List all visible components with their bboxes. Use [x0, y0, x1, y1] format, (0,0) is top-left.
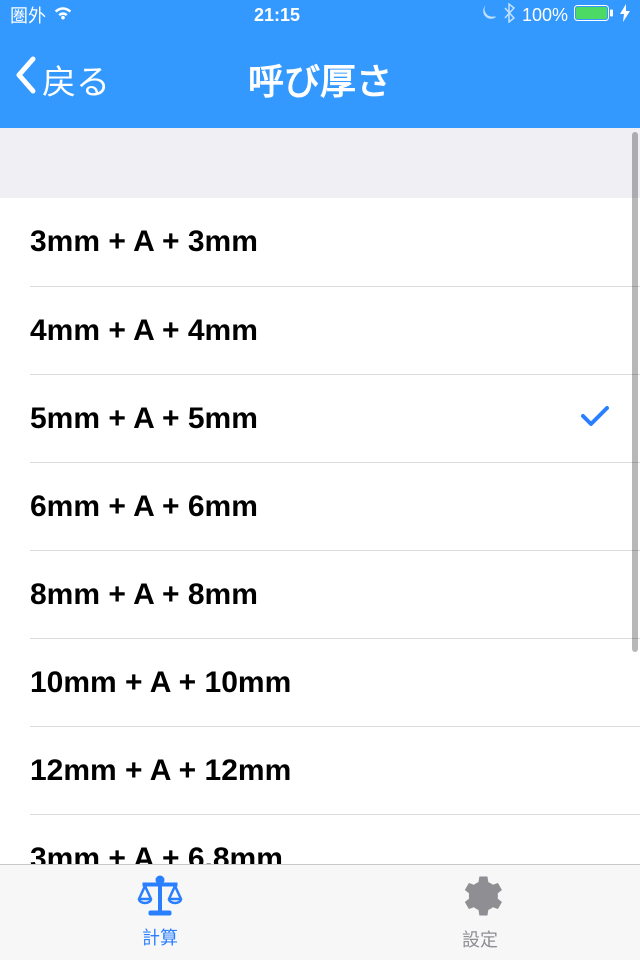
list-item-label: 4mm + A + 4mm: [30, 314, 258, 348]
list-item[interactable]: 3mm + A + 6.8mm: [30, 814, 640, 864]
list-item-label: 3mm + A + 3mm: [30, 225, 258, 259]
charging-icon: [620, 4, 630, 27]
list-item-label: 8mm + A + 8mm: [30, 578, 258, 612]
carrier-text: 圏外: [10, 2, 46, 28]
tab-calc[interactable]: 計算: [0, 865, 320, 960]
nav-bar: 戻る 呼び厚さ: [0, 30, 640, 128]
list-item-label: 5mm + A + 5mm: [30, 402, 258, 436]
nav-title: 呼び厚さ: [248, 53, 392, 105]
list-item-label: 6mm + A + 6mm: [30, 490, 258, 524]
chevron-left-icon: [14, 55, 38, 104]
back-label: 戻る: [42, 55, 110, 104]
tab-calc-label: 計算: [142, 924, 178, 950]
back-button[interactable]: 戻る: [0, 55, 110, 104]
status-right: 100%: [480, 3, 630, 28]
list-top-spacer: [0, 128, 640, 198]
list-item[interactable]: 3mm + A + 3mm: [0, 198, 640, 286]
tab-settings[interactable]: 設定: [320, 865, 640, 960]
list-item-label: 10mm + A + 10mm: [30, 666, 291, 700]
scrollbar-thumb[interactable]: [632, 132, 638, 652]
list-item[interactable]: 10mm + A + 10mm: [30, 638, 640, 726]
scales-icon: [135, 875, 185, 922]
content-area: 3mm + A + 3mm 4mm + A + 4mm 5mm + A + 5mm 6…: [0, 128, 640, 864]
wifi-icon: [52, 5, 74, 26]
tab-bar: 計算 設定: [0, 864, 640, 960]
list-item-label: 3mm + A + 6.8mm: [30, 842, 283, 865]
list-item-label: 12mm + A + 12mm: [30, 754, 291, 788]
list-item[interactable]: 8mm + A + 8mm: [30, 550, 640, 638]
battery-text: 100%: [522, 5, 568, 26]
status-time: 21:15: [74, 5, 480, 26]
checkmark-icon: [580, 402, 610, 436]
list-item[interactable]: 4mm + A + 4mm: [30, 286, 640, 374]
dnd-icon: [480, 4, 498, 27]
options-list: 3mm + A + 3mm 4mm + A + 4mm 5mm + A + 5mm 6…: [0, 198, 640, 864]
list-item[interactable]: 6mm + A + 6mm: [30, 462, 640, 550]
battery-icon: [574, 5, 614, 26]
list-item[interactable]: 12mm + A + 12mm: [30, 726, 640, 814]
status-left: 圏外: [10, 2, 74, 28]
bluetooth-icon: [504, 3, 516, 28]
status-bar: 圏外 21:15 100%: [0, 0, 640, 30]
tab-settings-label: 設定: [462, 926, 498, 952]
gear-icon: [457, 873, 503, 924]
list-item[interactable]: 5mm + A + 5mm: [30, 374, 640, 462]
